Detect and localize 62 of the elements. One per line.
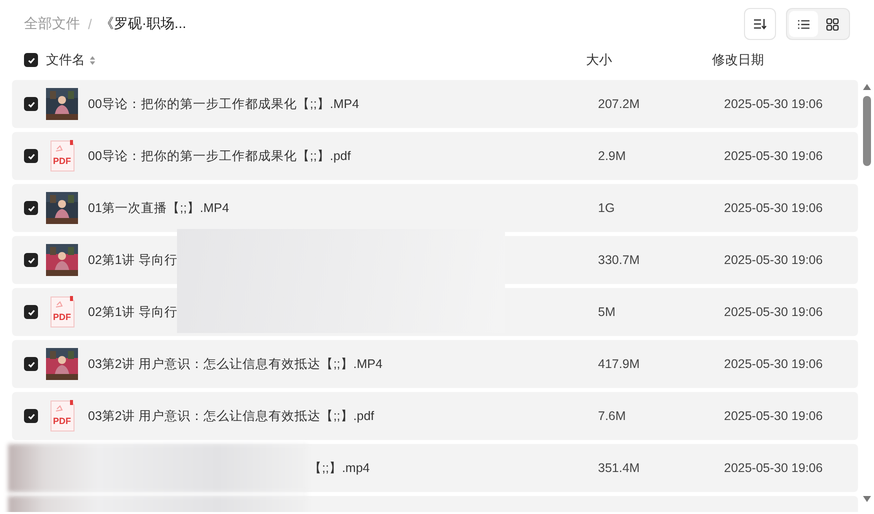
file-name: 00导论：把你的第一步工作都成果化【;;】.MP4 <box>88 96 360 112</box>
checkbox[interactable] <box>24 357 38 371</box>
column-header[interactable]: 文件名 <box>46 51 85 69</box>
pdf-label: PDF <box>53 312 71 322</box>
file-size: 330.7M <box>598 253 640 267</box>
sort-icon[interactable] <box>89 54 96 66</box>
pdf-label: PDF <box>53 416 71 426</box>
list-icon <box>797 18 810 30</box>
modified-date: 2025-05-30 19:06 <box>724 253 823 267</box>
file-size: 207.2M <box>598 97 640 111</box>
file-row[interactable]: 00导论：把你的第一步工作都成果化【;;】.MP4 207.2M 2025-05-30 19:06 <box>12 80 858 128</box>
scroll-up-icon[interactable] <box>863 84 871 90</box>
check-icon <box>26 308 36 316</box>
check-icon <box>26 204 36 212</box>
checkbox[interactable] <box>24 253 38 267</box>
column-header[interactable]: 修改日期 <box>712 51 764 69</box>
file-size: 5M <box>598 305 616 319</box>
modified-date: 2025-05-30 19:06 <box>724 461 823 475</box>
check-icon <box>26 56 36 64</box>
checkbox[interactable] <box>24 409 38 423</box>
file-name: 【;;】.mp4 <box>309 460 370 476</box>
checkbox[interactable] <box>24 149 38 163</box>
scroll-thumb[interactable] <box>863 96 871 166</box>
file-name: 03第2讲 用户意识：怎么让信息有效抵达【;;】.pdf <box>88 408 374 424</box>
checkbox[interactable] <box>24 305 38 319</box>
check-icon <box>26 152 36 160</box>
file-name: 01第一次直播【;;】.MP4 <box>88 200 230 216</box>
file-name: 00导论：把你的第一步工作都成果化【;;】.pdf <box>88 148 351 164</box>
file-row[interactable]: PDF 03第2讲 用户意识：怎么让信息有效抵达【;;】.pdf 7.6M 2025-05-30 19:06 <box>12 392 858 440</box>
modified-date: 2025-05-30 19:06 <box>724 97 823 111</box>
checkbox[interactable] <box>24 201 38 215</box>
grid-icon <box>826 18 839 30</box>
file-name: 02第1讲 导向行 <box>88 304 178 320</box>
check-icon <box>26 256 36 264</box>
modified-date: 2025-05-30 19:06 <box>724 201 823 215</box>
column-header[interactable]: 大小 <box>586 51 612 69</box>
file-row[interactable]: 01第一次直播【;;】.MP4 1G 2025-05-30 19:06 <box>12 184 858 232</box>
sort-button[interactable] <box>744 8 776 40</box>
pdf-label: PDF <box>53 156 71 166</box>
check-icon <box>26 360 36 368</box>
modified-date: 2025-05-30 19:06 <box>724 409 823 423</box>
file-row[interactable]: 03第2讲 用户意识：怎么让信息有效抵达【;;】.MP4 417.9M 2025-05-30 19:06 <box>12 340 858 388</box>
modified-date: 2025-05-30 19:06 <box>724 149 823 163</box>
modified-date: 2025-05-30 19:06 <box>724 357 823 371</box>
checkbox[interactable] <box>24 53 38 67</box>
check-icon <box>26 100 36 108</box>
breadcrumb-item: 《罗砚·职场... <box>100 15 186 33</box>
file-size: 7.6M <box>598 409 626 423</box>
scroll-down-icon[interactable] <box>863 496 871 502</box>
check-icon <box>26 412 36 420</box>
file-row[interactable]: PDF 00导论：把你的第一步工作都成果化【;;】.pdf 2.9M 2025-05-30 19:06 <box>12 132 858 180</box>
breadcrumb-separator: / <box>88 16 92 32</box>
file-name: 03第2讲 用户意识：怎么让信息有效抵达【;;】.MP4 <box>88 356 382 372</box>
list-view-button[interactable] <box>789 11 818 37</box>
file-size: 417.9M <box>598 357 640 371</box>
file-name: 02第1讲 导向行 <box>88 252 178 268</box>
file-size: 351.4M <box>598 461 640 475</box>
file-size: 2.9M <box>598 149 626 163</box>
checkbox[interactable] <box>24 97 38 111</box>
modified-date: 2025-05-30 19:06 <box>724 305 823 319</box>
sort-icon <box>753 18 767 30</box>
file-size: 1G <box>598 201 615 215</box>
